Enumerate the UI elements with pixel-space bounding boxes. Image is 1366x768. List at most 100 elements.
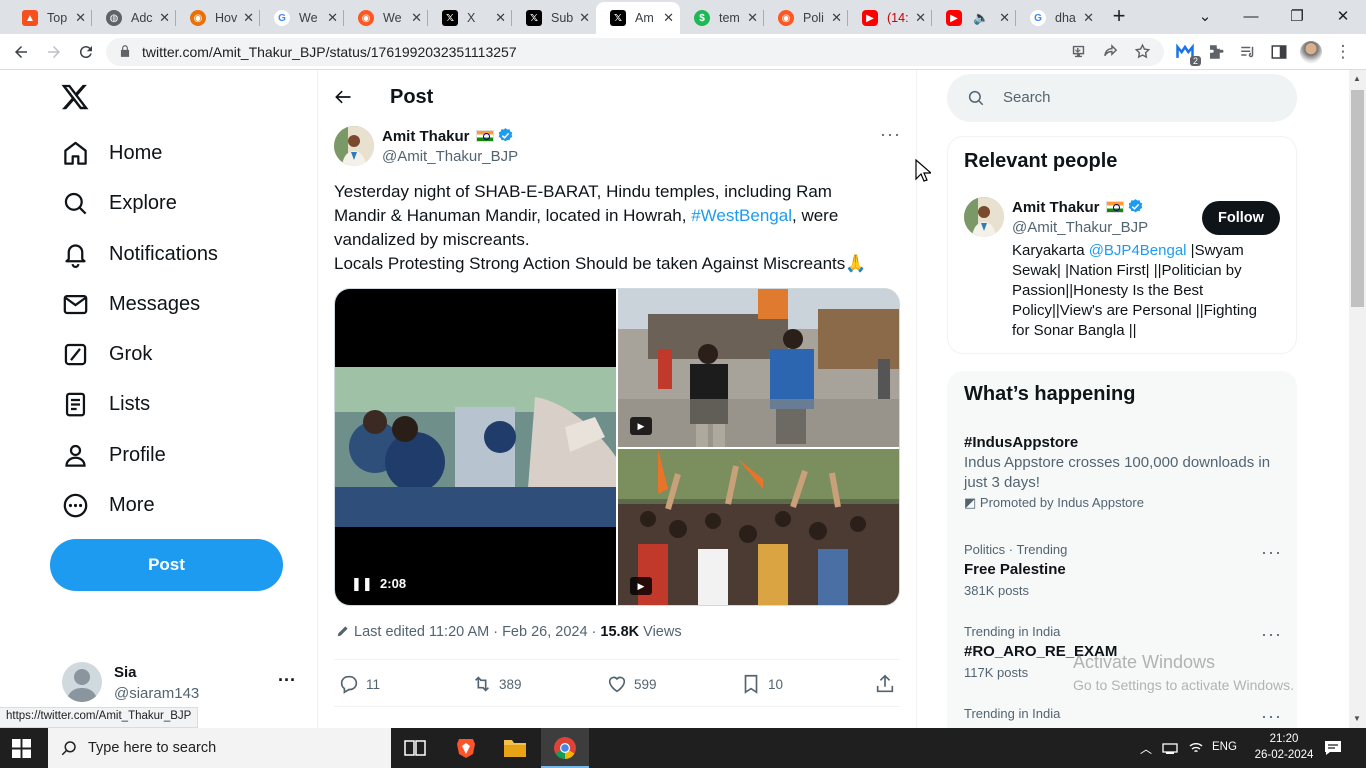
search-input[interactable]: Search	[947, 74, 1297, 122]
play-icon[interactable]: ▶	[630, 417, 652, 435]
nav-item-profile[interactable]: Profile	[60, 433, 166, 477]
browser-tab[interactable]: ▶ 🔈 ✕	[932, 2, 1016, 34]
close-tab-icon[interactable]: ✕	[915, 10, 926, 26]
close-tab-icon[interactable]: ✕	[663, 10, 674, 26]
close-tab-icon[interactable]: ✕	[75, 10, 86, 26]
close-tab-icon[interactable]: ✕	[327, 10, 338, 26]
reload-icon[interactable]	[74, 40, 98, 64]
close-tab-icon[interactable]: ✕	[1083, 10, 1094, 26]
browser-tab[interactable]: 𝕏 Sub ✕	[512, 2, 596, 34]
video-player[interactable]: ❚❚ 2:08	[335, 289, 616, 605]
trend-item[interactable]: Politics · Trending Free Palestine 381K …	[964, 542, 1284, 598]
browser-tab[interactable]: ◉ Hov ✕	[176, 2, 260, 34]
like-button[interactable]: 599	[606, 672, 657, 696]
video-thumbnail[interactable]: ▶	[618, 289, 899, 447]
person-name[interactable]: Amit Thakur	[1012, 198, 1144, 216]
browser-tab[interactable]: ◉ Poli ✕	[764, 2, 848, 34]
author-name[interactable]: Amit Thakur	[382, 127, 514, 145]
close-window-button[interactable]: ✕	[1320, 0, 1366, 32]
scrollbar-thumb[interactable]	[1351, 90, 1364, 307]
post-more-icon[interactable]: ···	[880, 124, 901, 145]
repost-button[interactable]: 389	[471, 672, 522, 696]
nav-item-more[interactable]: More	[60, 483, 155, 527]
profile-avatar-icon[interactable]	[1299, 40, 1323, 64]
language-indicator[interactable]: ENG	[1212, 741, 1237, 753]
url-text[interactable]: twitter.com/Amit_Thakur_BJP/status/17619…	[142, 44, 517, 60]
reply-button[interactable]: 11	[338, 672, 380, 696]
notification-center-icon[interactable]	[1324, 739, 1342, 762]
play-icon[interactable]: ▶	[630, 577, 652, 595]
extensions-puzzle-icon[interactable]	[1204, 40, 1228, 64]
brave-browser-icon[interactable]	[454, 736, 478, 765]
account-more-icon[interactable]: ···	[278, 670, 296, 691]
close-tab-icon[interactable]: ✕	[579, 10, 590, 26]
forward-arrow-icon[interactable]	[42, 40, 66, 64]
extension-m-icon[interactable]: 2	[1173, 40, 1201, 66]
video-thumbnail[interactable]: ▶	[618, 449, 899, 605]
browser-tab[interactable]: ▶ (14: ✕	[848, 2, 932, 34]
close-tab-icon[interactable]: ✕	[747, 10, 758, 26]
taskbar-search-input[interactable]: Type here to search	[48, 728, 391, 768]
taskbar-clock[interactable]: 21:20 26-02-2024	[1252, 731, 1316, 763]
new-tab-button[interactable]: +	[1097, 0, 1141, 32]
wifi-icon[interactable]	[1188, 740, 1204, 761]
bookmark-star-icon[interactable]	[1134, 43, 1151, 65]
nav-item-messages[interactable]: Messages	[60, 282, 200, 326]
close-tab-icon[interactable]: ✕	[495, 10, 506, 26]
hashtag-link[interactable]: #WestBengal	[691, 206, 792, 225]
author-avatar[interactable]	[334, 126, 374, 166]
site-info-icon[interactable]	[118, 44, 132, 58]
maximize-button[interactable]: ❐	[1274, 0, 1320, 32]
nav-item-notifications[interactable]: Notifications	[60, 232, 218, 276]
trend-more-icon[interactable]: ···	[1261, 706, 1282, 727]
minimize-button[interactable]: —	[1228, 0, 1274, 32]
browser-tab[interactable]: ◍ Adc ✕	[92, 2, 176, 34]
close-tab-icon[interactable]: ✕	[411, 10, 422, 26]
person-handle[interactable]: @Amit_Thakur_BJP	[1012, 219, 1148, 236]
bookmark-button[interactable]: 10	[740, 672, 783, 696]
account-switcher[interactable]: Sia @siaram143 ···	[52, 656, 312, 712]
windows-start-icon[interactable]	[12, 739, 31, 763]
browser-tab[interactable]: $ tem ✕	[680, 2, 764, 34]
close-tab-icon[interactable]: ✕	[243, 10, 254, 26]
person-avatar[interactable]	[964, 197, 1004, 237]
chrome-menu-icon[interactable]: ⋮	[1331, 40, 1355, 64]
close-tab-icon[interactable]: ✕	[999, 10, 1010, 26]
media-control-icon[interactable]	[1236, 40, 1260, 64]
mention-link[interactable]: @BJP4Bengal	[1089, 242, 1187, 259]
task-view-icon[interactable]	[404, 738, 426, 763]
nav-item-grok[interactable]: Grok	[60, 332, 152, 376]
follow-button[interactable]: Follow	[1202, 201, 1280, 235]
browser-tab[interactable]: G dha ✕	[1016, 2, 1100, 34]
address-bar[interactable]: twitter.com/Amit_Thakur_BJP/status/17619…	[106, 38, 1164, 66]
install-app-icon[interactable]	[1070, 43, 1087, 65]
share-icon[interactable]	[1102, 43, 1119, 65]
pause-icon[interactable]: ❚❚	[351, 576, 373, 591]
scroll-up-icon[interactable]: ▲	[1353, 74, 1361, 83]
nav-item-home[interactable]: Home	[60, 131, 162, 175]
chrome-taskbar-button[interactable]	[541, 728, 589, 768]
network-icon[interactable]	[1162, 740, 1178, 761]
scroll-down-icon[interactable]: ▼	[1353, 714, 1361, 723]
nav-item-explore[interactable]: Explore	[60, 181, 177, 225]
x-logo-icon[interactable]	[60, 82, 92, 114]
browser-tab[interactable]: ◉ We ✕	[344, 2, 428, 34]
author-handle[interactable]: @Amit_Thakur_BJP	[382, 148, 518, 165]
back-arrow-icon[interactable]	[9, 40, 33, 64]
browser-tab[interactable]: 𝕏 X ✕	[428, 2, 512, 34]
browser-tab-active[interactable]: 𝕏 Am ✕	[596, 2, 680, 34]
close-tab-icon[interactable]: ✕	[831, 10, 842, 26]
file-explorer-icon[interactable]	[503, 737, 527, 764]
back-arrow-icon[interactable]	[333, 87, 355, 109]
side-panel-icon[interactable]	[1267, 40, 1291, 64]
trend-more-icon[interactable]: ···	[1261, 624, 1282, 645]
nav-item-lists[interactable]: Lists	[60, 382, 150, 426]
post-button[interactable]: Post	[50, 539, 283, 591]
trend-item-promoted[interactable]: #IndusAppstore Indus Appstore crosses 10…	[964, 434, 1284, 511]
trend-item[interactable]: Trending in India	[964, 706, 1284, 721]
share-button[interactable]	[874, 672, 896, 696]
page-scrollbar[interactable]: ▲ ▼	[1349, 70, 1366, 728]
close-tab-icon[interactable]: ✕	[159, 10, 170, 26]
trend-more-icon[interactable]: ···	[1261, 542, 1282, 563]
show-hidden-icons[interactable]: ︿	[1140, 740, 1152, 757]
